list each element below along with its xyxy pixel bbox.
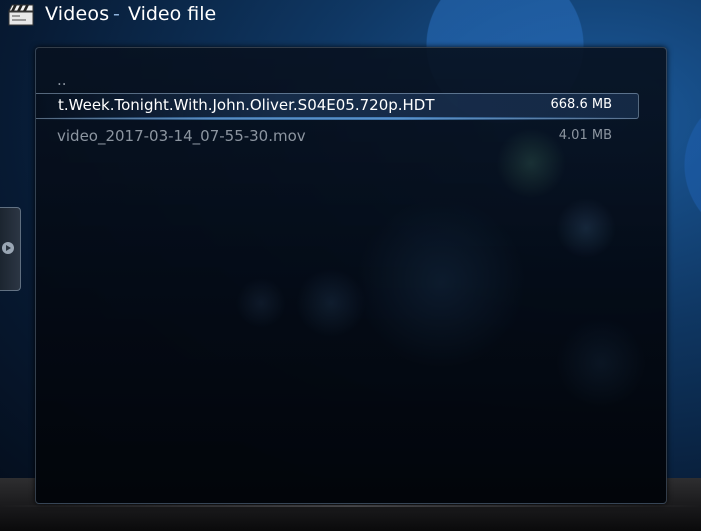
list-item-parent-folder[interactable]: .. [36, 68, 666, 93]
list-item-filename: t.Week.Tonight.With.John.Oliver.S04E05.7… [58, 96, 435, 114]
page-title: Videos [45, 3, 110, 25]
floor-reflection-line [0, 505, 701, 507]
decorative-bokeh [236, 278, 286, 328]
list-item[interactable]: t.Week.Tonight.With.John.Oliver.S04E05.7… [36, 93, 666, 118]
title-separator: - [113, 3, 120, 25]
list-item-filesize: 668.6 MB [550, 97, 612, 112]
list-item[interactable]: video_2017-03-14_07-55-30.mov 4.01 MB [36, 124, 666, 149]
decorative-bokeh [556, 318, 646, 408]
list-item-filename: video_2017-03-14_07-55-30.mov [57, 127, 306, 145]
decorative-bokeh [296, 268, 366, 338]
side-menu-tab[interactable] [0, 207, 21, 291]
decorative-bokeh [356, 198, 526, 368]
chevron-right-icon [2, 242, 14, 254]
page-subtitle: Video file [128, 3, 217, 25]
decorative-bokeh [556, 198, 616, 258]
header-bar: Videos - Video file [0, 0, 701, 34]
file-list-panel: .. t.Week.Tonight.With.John.Oliver.S04E0… [35, 47, 667, 504]
clapperboard-icon [8, 4, 34, 26]
list-item-label: .. [57, 71, 67, 89]
list-item-filesize: 4.01 MB [558, 128, 612, 143]
